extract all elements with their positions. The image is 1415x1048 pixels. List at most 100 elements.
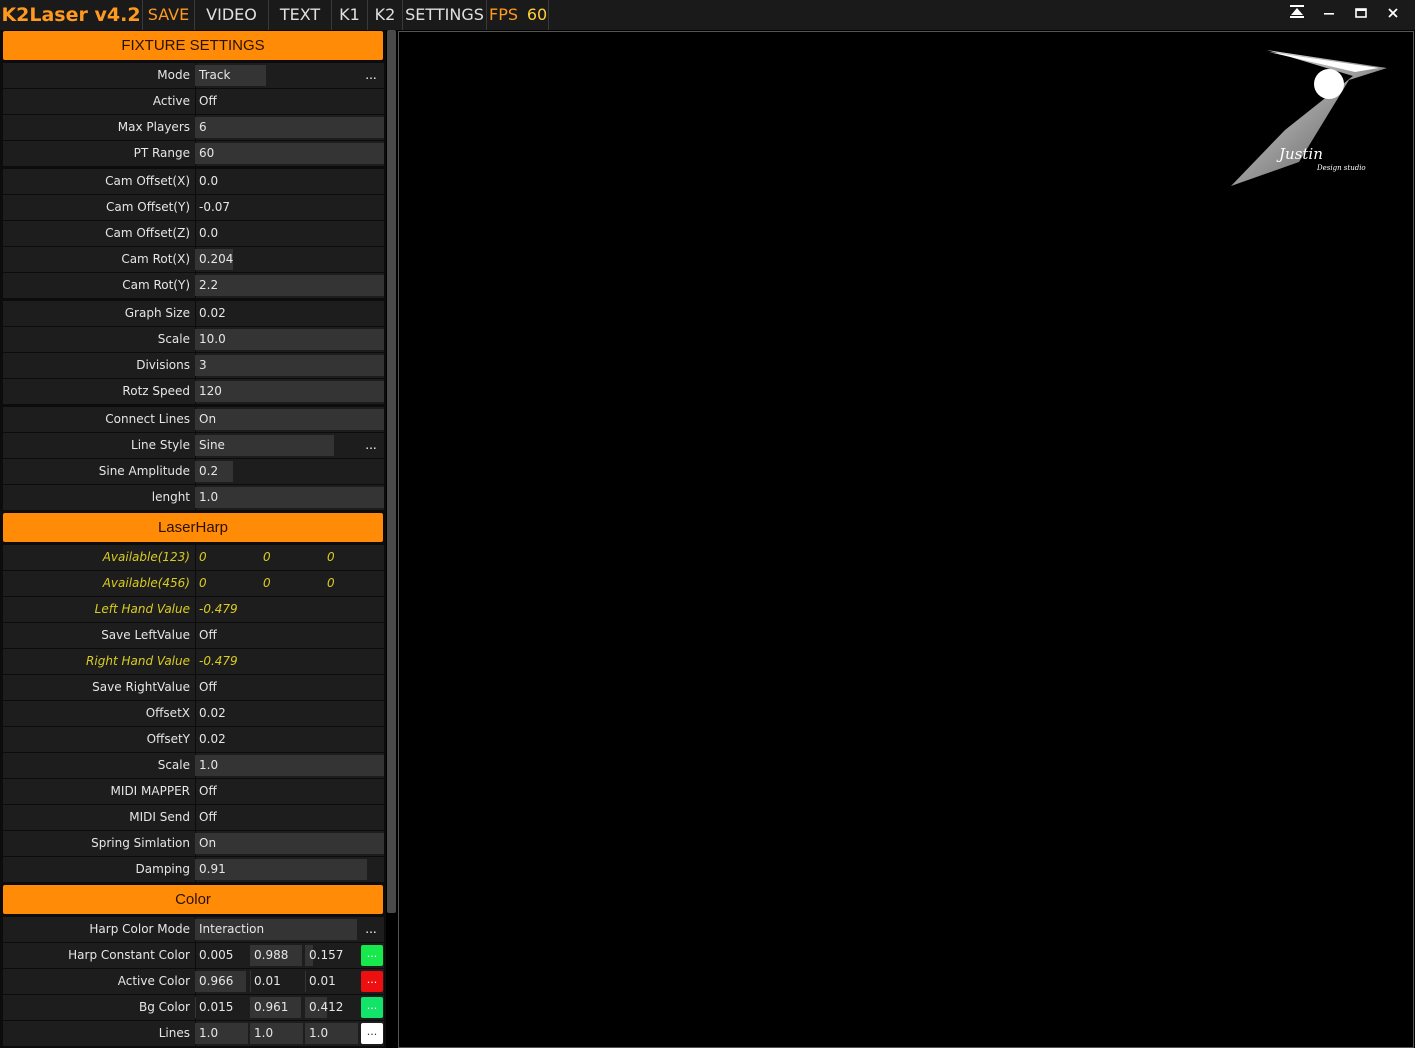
fixture-row-cam-rot-x[interactable]: Cam Rot(X) 0.204 [3,247,384,272]
line-style-more-button[interactable]: ... [359,433,383,458]
max-players-slider-fill [195,117,384,138]
lines-swatch-button[interactable]: ... [361,1023,383,1044]
menu-video[interactable]: VIDEO [195,0,269,30]
available-456-label: Available(456) [102,576,190,590]
active-field[interactable]: Off [195,89,217,114]
lenght-field[interactable]: 1.0 [195,485,218,510]
mode-field[interactable]: Track [195,63,230,88]
laserharp-row-scale[interactable]: Scale 1.0 [3,753,384,778]
save-left-value-row[interactable]: Save LeftValue Off [3,623,384,648]
graph-size-field[interactable]: 0.02 [195,301,226,326]
lines-channel-2-field[interactable]: 1.0 [250,1021,304,1046]
active-color-channel-3-field[interactable]: 0.01 [305,969,359,994]
menu-k2[interactable]: K2 [368,0,403,30]
color-row-lines[interactable]: Lines 1.0 1.0 1.0... [3,1021,384,1046]
logo-sub-text: Design studio [1316,164,1366,172]
harp-constant-color-channel-1-field[interactable]: 0.005 [195,943,249,968]
cam-offset-y-field[interactable]: -0.07 [195,195,230,220]
menu-save[interactable]: SAVE [143,0,195,30]
harp-constant-color-channel-2-field[interactable]: 0.988 [250,943,304,968]
cam-rot-y-field[interactable]: 2.2 [195,273,218,298]
fixture-row-line-style[interactable]: Line Style Sine... [3,433,384,458]
fixture-row-scale[interactable]: Scale 10.0 [3,327,384,352]
max-players-field[interactable]: 6 [195,115,207,140]
bg-color-channel-2-field[interactable]: 0.961 [250,995,304,1020]
harp-constant-color-channel-3-field[interactable]: 0.157 [305,943,359,968]
harp-offsetx-field[interactable]: 0.02 [195,701,226,726]
sine-amplitude-field[interactable]: 0.2 [195,459,218,484]
harp-color-mode-row[interactable]: Harp Color Mode Interaction ... [3,917,384,942]
bg-color-channel-1-field[interactable]: 0.015 [195,995,249,1020]
fixture-row-cam-offset-z[interactable]: Cam Offset(Z) 0.0 [3,221,384,246]
pt-range-field[interactable]: 60 [195,141,214,166]
active-color-label: Active Color [117,974,190,988]
laserharp-row-midi-mapper[interactable]: MIDI MAPPER Off [3,779,384,804]
minimize-icon[interactable] [1316,4,1342,26]
fixture-row-mode[interactable]: Mode Track... [3,63,384,88]
mode-more-button[interactable]: ... [359,63,383,88]
active-color-channel-2-field[interactable]: 0.01 [250,969,304,994]
laserharp-row-offsety[interactable]: OffsetY 0.02 [3,727,384,752]
scale-field[interactable]: 10.0 [195,327,226,352]
cam-offset-z-field[interactable]: 0.0 [195,221,218,246]
fixture-row-lenght[interactable]: lenght 1.0 [3,485,384,510]
harp-constant-color-swatch-button[interactable]: ... [361,945,383,966]
available-6-value: 0 [327,576,335,590]
lines-channel-1-field[interactable]: 1.0 [195,1021,249,1046]
color-row-active-color[interactable]: Active Color 0.966 0.01 0.01... [3,969,384,994]
close-icon[interactable] [1380,4,1406,26]
harp-midi-send-field[interactable]: Off [195,805,217,830]
save-left-value-toggle[interactable]: Off [195,623,217,648]
rotz-speed-field[interactable]: 120 [195,379,222,404]
lines-channel-3-field[interactable]: 1.0 [305,1021,359,1046]
connect-lines-field[interactable]: On [195,407,216,432]
laserharp-header[interactable]: LaserHarp [3,513,383,542]
save-right-value-toggle[interactable]: Off [195,675,217,700]
fixture-settings-header[interactable]: FIXTURE SETTINGS [3,31,383,60]
pin-window-icon[interactable] [1284,4,1310,26]
maximize-icon[interactable] [1348,4,1374,26]
color-row-bg-color[interactable]: Bg Color 0.015 0.961 0.412... [3,995,384,1020]
pt-range-label: PT Range [133,146,190,160]
fixture-row-graph-size[interactable]: Graph Size 0.02 [3,301,384,326]
harp-color-mode-label: Harp Color Mode [89,922,190,936]
harp-scale-field[interactable]: 1.0 [195,753,218,778]
fixture-row-pt-range[interactable]: PT Range 60 [3,141,384,166]
save-right-value-row[interactable]: Save RightValue Off [3,675,384,700]
color-header[interactable]: Color [3,885,383,914]
laser-preview-viewport[interactable]: Justin Design studio [398,31,1414,1048]
fixture-row-cam-rot-y[interactable]: Cam Rot(Y) 2.2 [3,273,384,298]
laserharp-row-midi-send[interactable]: MIDI Send Off [3,805,384,830]
fixture-row-rotz-speed[interactable]: Rotz Speed 120 [3,379,384,404]
cam-rot-y-label: Cam Rot(Y) [122,278,190,292]
line-style-field[interactable]: Sine [195,433,225,458]
panel-scrollbar[interactable] [387,30,396,913]
fixture-row-divisions[interactable]: Divisions 3 [3,353,384,378]
fixture-row-max-players[interactable]: Max Players 6 [3,115,384,140]
menu-settings[interactable]: SETTINGS [403,0,487,30]
bg-color-swatch-button[interactable]: ... [361,997,383,1018]
menu-k1[interactable]: K1 [332,0,368,30]
laserharp-row-spring-simlation[interactable]: Spring Simlation On [3,831,384,856]
divisions-field[interactable]: 3 [195,353,207,378]
active-color-swatch-button[interactable]: ... [361,971,383,992]
cam-rot-x-field[interactable]: 0.204 [195,247,233,272]
harp-midi-mapper-field[interactable]: Off [195,779,217,804]
harp-offsety-field[interactable]: 0.02 [195,727,226,752]
harp-color-mode-select[interactable]: Interaction [195,917,264,942]
harp-color-mode-more-button[interactable]: ... [359,917,383,942]
color-row-harp-constant-color[interactable]: Harp Constant Color 0.005 0.988 0.157... [3,943,384,968]
fixture-row-cam-offset-x[interactable]: Cam Offset(X) 0.0 [3,169,384,194]
laserharp-row-damping[interactable]: Damping 0.91 [3,857,384,882]
fixture-row-sine-amplitude[interactable]: Sine Amplitude 0.2 [3,459,384,484]
harp-damping-field[interactable]: 0.91 [195,857,226,882]
laserharp-row-offsetx[interactable]: OffsetX 0.02 [3,701,384,726]
fixture-row-active[interactable]: Active Off [3,89,384,114]
bg-color-channel-3-field[interactable]: 0.412 [305,995,359,1020]
fixture-row-connect-lines[interactable]: Connect Lines On [3,407,384,432]
fixture-row-cam-offset-y[interactable]: Cam Offset(Y) -0.07 [3,195,384,220]
cam-offset-x-field[interactable]: 0.0 [195,169,218,194]
menu-text[interactable]: TEXT [269,0,332,30]
harp-spring-simlation-field[interactable]: On [195,831,216,856]
active-color-channel-1-field[interactable]: 0.966 [195,969,249,994]
